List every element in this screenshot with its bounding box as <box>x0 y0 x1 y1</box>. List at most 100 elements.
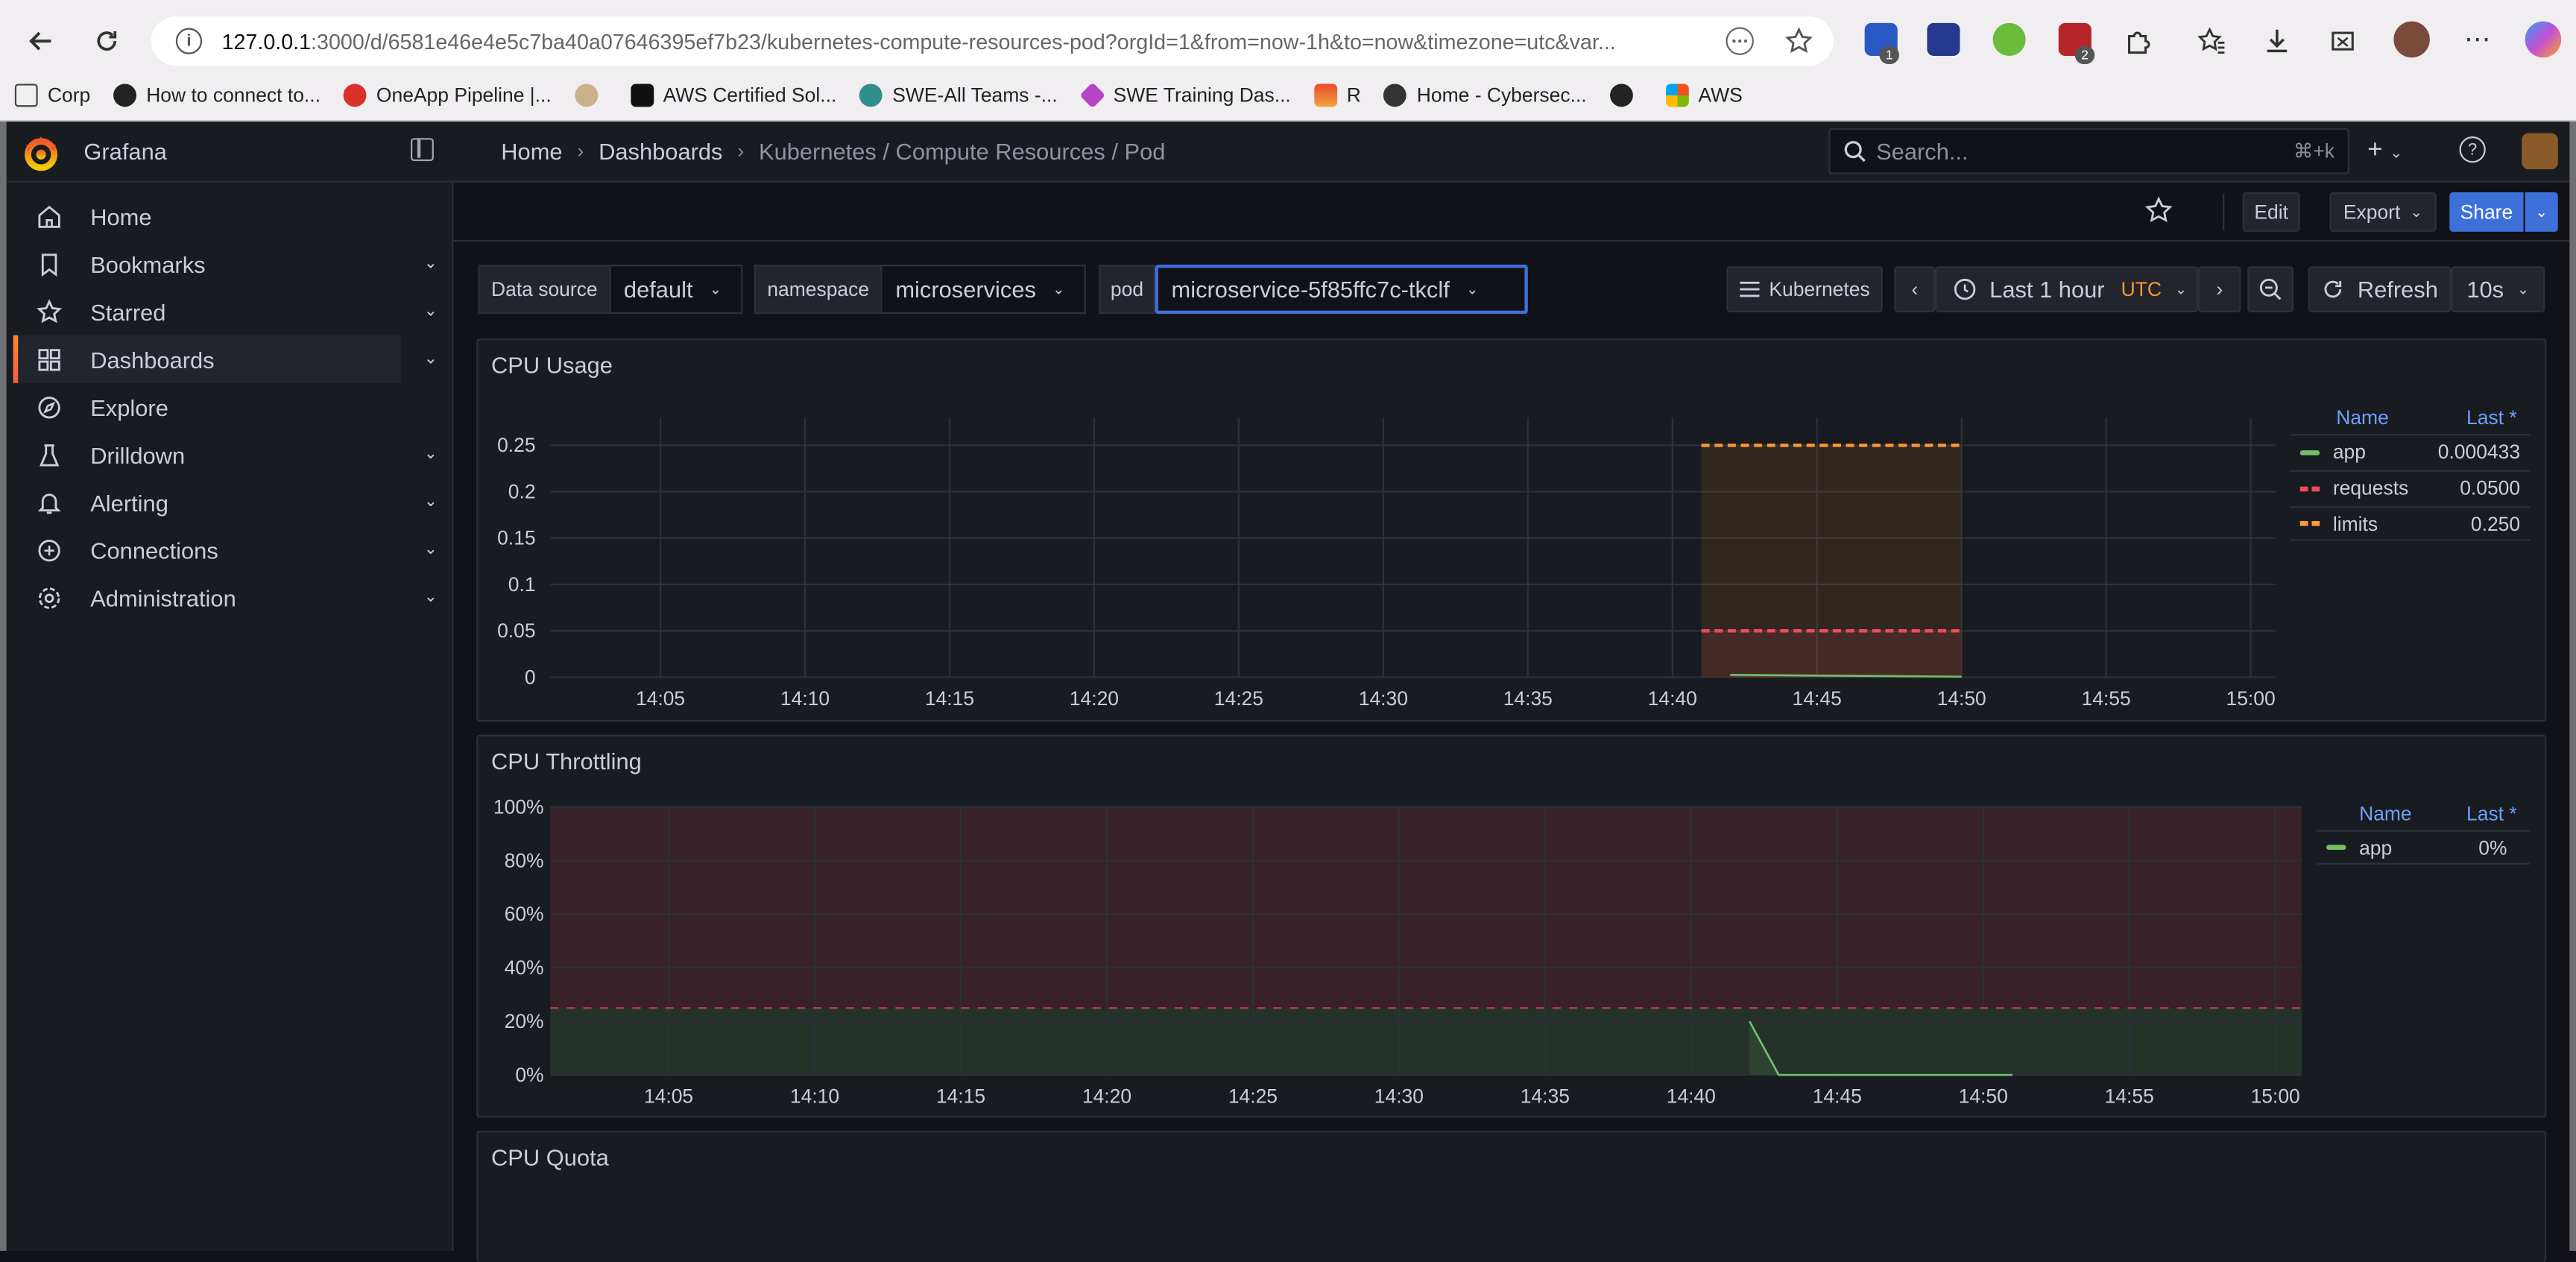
refresh-button[interactable]: Refresh <box>2308 266 2452 312</box>
sidebar-item-explore[interactable]: Explore <box>13 383 401 431</box>
refresh-interval-select[interactable]: 10s ⌄ <box>2451 266 2545 312</box>
search-input[interactable]: Search... ⌘+k <box>1828 127 2349 174</box>
kubernetes-links-button[interactable]: Kubernetes <box>1726 266 1883 312</box>
legend-item-requests[interactable]: requests 0.0500 <box>2290 470 2531 505</box>
bookmark[interactable]: How to connect to... <box>113 83 321 107</box>
downloads-button[interactable] <box>2254 18 2300 64</box>
sidebar-item-administration[interactable]: Administration <box>13 574 401 622</box>
chevron-down-icon[interactable]: ⌄ <box>424 350 441 368</box>
bookmark-label: R <box>1346 83 1361 107</box>
select-value: default <box>623 276 693 303</box>
time-forward-button[interactable]: › <box>2198 266 2241 312</box>
more-horizontal-icon[interactable] <box>1725 26 1755 56</box>
w-icon <box>630 83 654 107</box>
mark-as-favorite-button[interactable] <box>2144 195 2176 228</box>
legend-item-app[interactable]: app 0.000433 <box>2290 434 2531 468</box>
datasource-select[interactable]: default ⌄ <box>610 265 742 315</box>
bookmark[interactable] <box>574 83 607 107</box>
time-picker[interactable]: Last 1 hour UTC ⌄ <box>1935 266 2199 312</box>
breadcrumb-home[interactable]: Home <box>501 138 562 164</box>
sidebar-item-dashboards[interactable]: Dashboards <box>13 335 401 383</box>
more-icon[interactable]: ⋯ <box>2464 23 2490 56</box>
cpu-throttling-chart[interactable]: 0% 20% 40% 60% 80% 100% 14:05 14:10 14:15 14:20 14… <box>478 791 2311 1120</box>
namespace-select[interactable]: microservices ⌄ <box>882 265 1087 315</box>
dashboards-icon <box>36 346 62 372</box>
bookmark[interactable]: SWE-All Teams -... <box>859 83 1058 107</box>
dock-menu-icon[interactable] <box>411 138 434 162</box>
share-button[interactable]: Share <box>2449 192 2524 232</box>
sidebar-item-alerting[interactable]: Alerting <box>13 479 401 526</box>
favorites-button[interactable] <box>2188 18 2235 64</box>
bookmark[interactable]: AWS <box>1665 83 1743 107</box>
legend-header-name[interactable]: Name <box>2359 802 2412 825</box>
cpu-usage-chart[interactable]: 0 0.05 0.1 0.15 0.2 0.25 14:05 14:10 14:15 14:20 1… <box>478 394 2285 723</box>
sidebar-item-home[interactable]: Home <box>13 192 401 240</box>
extension-icon[interactable] <box>1992 22 2026 56</box>
x-tick-label: 14:10 <box>780 687 830 710</box>
bookmark-folder[interactable]: Corp <box>14 83 90 107</box>
sidebar-item-bookmarks[interactable]: Bookmarks <box>13 240 401 288</box>
reload-button[interactable] <box>83 18 130 64</box>
time-back-button[interactable]: ‹ <box>1894 266 1936 312</box>
x-tick-label: 14:50 <box>1937 687 1986 710</box>
new-button[interactable]: + ⌄ <box>2367 136 2402 166</box>
sidebar-item-label: Home <box>90 203 152 230</box>
star-outline-icon[interactable] <box>1784 26 1814 56</box>
address-bar[interactable]: i 127.0.0.1 :3000/d/6581e46e4e5c7ba40a07… <box>151 16 1834 66</box>
back-button[interactable] <box>18 18 64 64</box>
x-tick-label: 14:45 <box>1793 687 1842 710</box>
puzzle-icon <box>2127 31 2150 54</box>
legend-header-name[interactable]: Name <box>2336 406 2389 429</box>
chevron-down-icon[interactable]: ⌄ <box>424 540 441 558</box>
legend-name: limits <box>2332 511 2378 535</box>
breadcrumb-dashboards[interactable]: Dashboards <box>599 138 722 164</box>
x-tick-label: 14:25 <box>1214 687 1263 710</box>
bookmark[interactable]: OneApp Pipeline |... <box>343 83 552 107</box>
sidebar-item-label: Starred <box>90 298 166 325</box>
url-path: :3000/d/6581e46e4e5c7ba40a07646395ef7b23… <box>311 28 1616 54</box>
chevron-down-icon[interactable]: ⌄ <box>424 255 441 273</box>
breadcrumb: Home › Dashboards › Kubernetes / Compute… <box>501 138 1165 164</box>
legend-item-app[interactable]: app 0% <box>2316 830 2531 865</box>
reload-icon <box>97 31 117 51</box>
menu-icon <box>1739 281 1760 297</box>
legend-value: 0.0500 <box>2460 476 2521 500</box>
extension-icon[interactable] <box>1927 22 1960 56</box>
help-icon[interactable]: ? <box>2459 136 2486 163</box>
edit-button[interactable]: Edit <box>2242 192 2300 232</box>
x-tick-label: 14:15 <box>936 1085 985 1108</box>
bookmark[interactable]: R <box>1313 83 1361 107</box>
extensions-button[interactable] <box>2116 18 2162 64</box>
bookmark[interactable] <box>1609 83 1642 107</box>
legend-item-limits[interactable]: limits 0.250 <box>2290 506 2531 541</box>
chevron-down-icon[interactable]: ⌄ <box>424 493 441 511</box>
requests-fill-area <box>1701 631 1962 678</box>
chevron-down-icon[interactable]: ⌄ <box>424 446 441 464</box>
pod-select[interactable]: microservice-5f85ffc7c-tkclf ⌄ <box>1155 265 1528 315</box>
copilot-icon[interactable] <box>2525 21 2562 58</box>
y-tick-label: 40% <box>505 956 544 979</box>
x-tick-label: 14:35 <box>1503 687 1553 710</box>
site-info-icon[interactable]: i <box>175 28 203 54</box>
user-avatar[interactable] <box>2522 133 2558 170</box>
share-options-button[interactable]: ⌄ <box>2525 192 2558 232</box>
sidebar-item-drilldown[interactable]: Drilldown <box>13 431 401 479</box>
grafana-logo[interactable] <box>23 135 59 171</box>
chevron-down-icon: ⌄ <box>2410 203 2423 220</box>
export-button[interactable]: Export ⌄ <box>2329 192 2437 232</box>
legend-header-last[interactable]: Last * <box>2466 802 2517 825</box>
legend-header-last[interactable]: Last * <box>2466 406 2517 429</box>
screenshot-button[interactable] <box>2320 18 2366 64</box>
bookmark[interactable]: AWS Certified Sol... <box>630 83 836 107</box>
bookmark[interactable]: SWE Training Das... <box>1079 82 1291 109</box>
sidebar-item-connections[interactable]: Connections <box>13 526 401 574</box>
url-host: 127.0.0.1 <box>221 28 312 54</box>
zoom-out-icon <box>2259 278 2282 300</box>
sidebar-item-starred[interactable]: Starred <box>13 288 401 335</box>
chevron-down-icon[interactable]: ⌄ <box>424 303 441 321</box>
profile-avatar[interactable] <box>2393 21 2430 58</box>
arrow-left-icon <box>29 31 51 51</box>
chevron-down-icon[interactable]: ⌄ <box>424 588 441 606</box>
bookmark[interactable]: Home - Cybersec... <box>1383 83 1587 107</box>
zoom-out-button[interactable] <box>2247 266 2294 312</box>
